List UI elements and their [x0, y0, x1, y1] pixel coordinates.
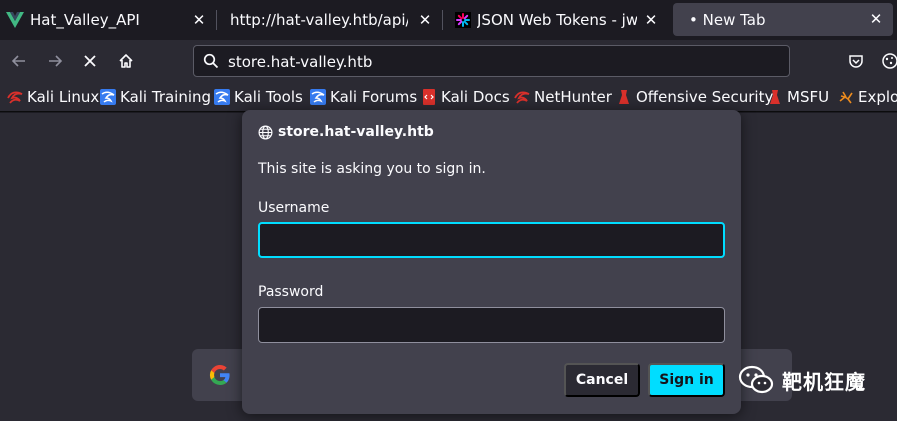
tab-strip: Hat_Valley_API ✕ http://hat-valley.htb/a… — [0, 0, 897, 40]
url-text[interactable]: store.hat-valley.htb — [228, 53, 372, 71]
cookie-icon — [882, 53, 897, 69]
stop-button[interactable] — [77, 48, 103, 74]
bookmark-kali-training[interactable]: Kali Training — [100, 86, 211, 108]
bookmark-label: Kali Forums — [330, 88, 418, 106]
search-icon — [203, 53, 219, 69]
username-label: Username — [258, 200, 330, 216]
close-tab-icon[interactable]: ✕ — [190, 11, 208, 29]
wechat-icon — [738, 365, 774, 394]
tab-title: • New Tab — [689, 10, 766, 29]
bookmark-kali-forums[interactable]: Kali Forums — [310, 86, 417, 108]
back-button[interactable] — [6, 48, 32, 74]
google-logo-icon — [209, 365, 230, 386]
extensions-button[interactable] — [877, 48, 897, 74]
bookmark-msfu[interactable]: MSFU — [767, 86, 829, 108]
pocket-icon — [849, 55, 863, 68]
address-bar[interactable]: store.hat-valley.htb — [193, 45, 790, 77]
bookmark-kali-tools[interactable]: Kali Tools — [214, 86, 303, 108]
exploit-db-icon — [839, 91, 853, 104]
navigation-toolbar: store.hat-valley.htb — [0, 40, 897, 82]
username-field[interactable] — [258, 222, 725, 258]
bookmark-label: Kali Tools — [234, 88, 303, 106]
globe-icon — [258, 125, 273, 139]
jwt-logo-icon — [455, 12, 471, 28]
bookmark-label: Kali Training — [120, 88, 212, 106]
forward-button[interactable] — [42, 48, 68, 74]
offsec-icon — [619, 90, 629, 104]
msfu-icon — [770, 90, 780, 104]
tab-title: Hat_Valley_API — [30, 11, 140, 29]
password-field[interactable] — [258, 307, 725, 343]
watermark-text: 靶机狂魔 — [782, 369, 866, 394]
dialog-origin: store.hat-valley.htb — [258, 124, 434, 140]
bookmark-label: Kali Linux — [27, 88, 100, 106]
close-icon — [84, 55, 96, 67]
bookmark-label: Offensive Security — [636, 88, 774, 106]
kali-docs-icon — [423, 89, 435, 105]
tab-jwt-io[interactable]: JSON Web Tokens - jwt.io ✕ — [443, 0, 668, 40]
bookmark-kali-linux[interactable]: Kali Linux — [7, 86, 99, 108]
bookmark-exploit-db[interactable]: Explo — [838, 86, 897, 108]
tab-title: JSON Web Tokens - jwt.io — [477, 11, 637, 29]
kali-icon — [7, 91, 23, 104]
bookmark-nethunter[interactable]: NetHunter — [514, 86, 612, 108]
tab-title: http://hat-valley.htb/api/store — [230, 11, 408, 29]
arrow-right-icon — [49, 55, 63, 67]
home-button[interactable] — [113, 48, 139, 74]
bookmark-kali-docs[interactable]: Kali Docs — [421, 86, 510, 108]
password-label: Password — [258, 284, 324, 300]
dialog-message: This site is asking you to sign in. — [258, 161, 486, 177]
sign-in-button[interactable]: Sign in — [648, 363, 725, 397]
close-tab-icon[interactable]: ✕ — [642, 11, 660, 29]
cancel-button[interactable]: Cancel — [564, 363, 640, 397]
bookmark-label: Explo — [858, 88, 897, 106]
pocket-button[interactable] — [843, 48, 869, 74]
kali-tools-icon — [214, 89, 230, 105]
kali-training-icon — [100, 89, 116, 105]
tab-hat-valley-store[interactable]: http://hat-valley.htb/api/store ✕ — [217, 0, 442, 40]
auth-dialog: store.hat-valley.htb This site is asking… — [242, 110, 741, 414]
dialog-origin-text: store.hat-valley.htb — [278, 124, 434, 140]
arrow-left-icon — [11, 55, 25, 67]
nethunter-icon — [514, 91, 530, 104]
bookmarks-toolbar: Kali Linux Kali Training Kali Tools Kali… — [0, 82, 897, 112]
bookmark-label: Kali Docs — [441, 88, 510, 106]
bookmark-offensive-security[interactable]: Offensive Security — [616, 86, 773, 108]
close-tab-icon[interactable]: ✕ — [867, 10, 885, 28]
bookmark-label: NetHunter — [534, 88, 612, 106]
tab-hat-valley-api[interactable]: Hat_Valley_API ✕ — [0, 0, 216, 40]
watermark: 靶机狂魔 — [738, 365, 866, 395]
home-icon — [119, 54, 133, 68]
vue-logo-icon — [6, 12, 24, 28]
tab-new-tab[interactable]: • New Tab ✕ — [673, 3, 893, 36]
kali-forums-icon — [310, 89, 326, 105]
bookmark-label: MSFU — [787, 88, 830, 106]
close-tab-icon[interactable]: ✕ — [416, 11, 434, 29]
